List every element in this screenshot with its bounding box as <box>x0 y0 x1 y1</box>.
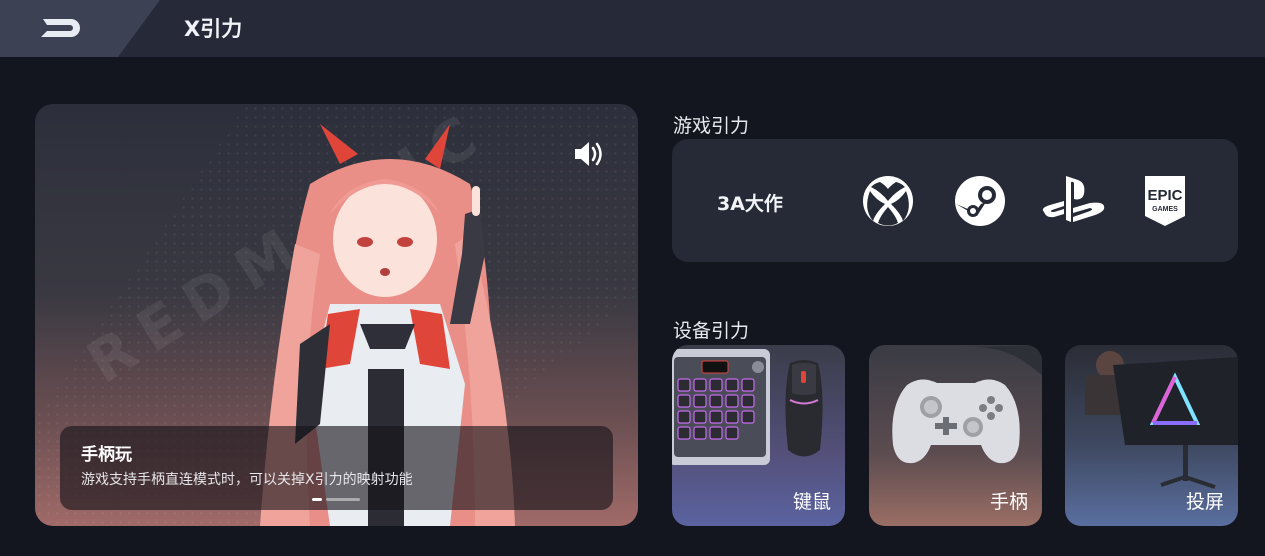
back-arrow-icon[interactable] <box>37 15 89 41</box>
games-section-title: 游戏引力 <box>673 115 750 137</box>
devices-section-title: 设备引力 <box>673 320 750 342</box>
device-card-gamepad[interactable]: 手柄 <box>869 345 1042 526</box>
caption-description: 游戏支持手柄直连模式时，可以关掉X引力的映射功能 <box>81 472 413 488</box>
playstation-icon[interactable] <box>1040 174 1108 228</box>
epic-badge-top: EPIC <box>1147 187 1182 204</box>
device-label-keyboard-mouse: 键鼠 <box>792 491 831 513</box>
pager-dot-active[interactable] <box>312 498 322 501</box>
page-title: X引力 <box>184 17 243 41</box>
device-card-keyboard-mouse[interactable]: 键鼠 <box>672 345 845 526</box>
caption-title: 手柄玩 <box>81 445 132 465</box>
back-button[interactable] <box>36 13 90 43</box>
xbox-icon[interactable] <box>861 174 915 228</box>
device-label-screen-cast: 投屏 <box>1185 491 1224 513</box>
speaker-icon[interactable] <box>573 140 605 168</box>
device-card-screen-cast[interactable]: 投屏 <box>1065 345 1238 526</box>
epic-badge-bottom: GAMES <box>1152 206 1178 213</box>
aaa-games-label[interactable]: 3A大作 <box>717 189 783 216</box>
sound-toggle-button[interactable] <box>571 138 607 170</box>
pager-dot[interactable] <box>326 498 360 501</box>
steam-icon[interactable] <box>953 174 1007 228</box>
carousel-pager[interactable] <box>312 498 360 501</box>
epic-games-icon[interactable]: EPIC GAMES <box>1141 174 1189 228</box>
device-label-gamepad: 手柄 <box>989 491 1028 513</box>
